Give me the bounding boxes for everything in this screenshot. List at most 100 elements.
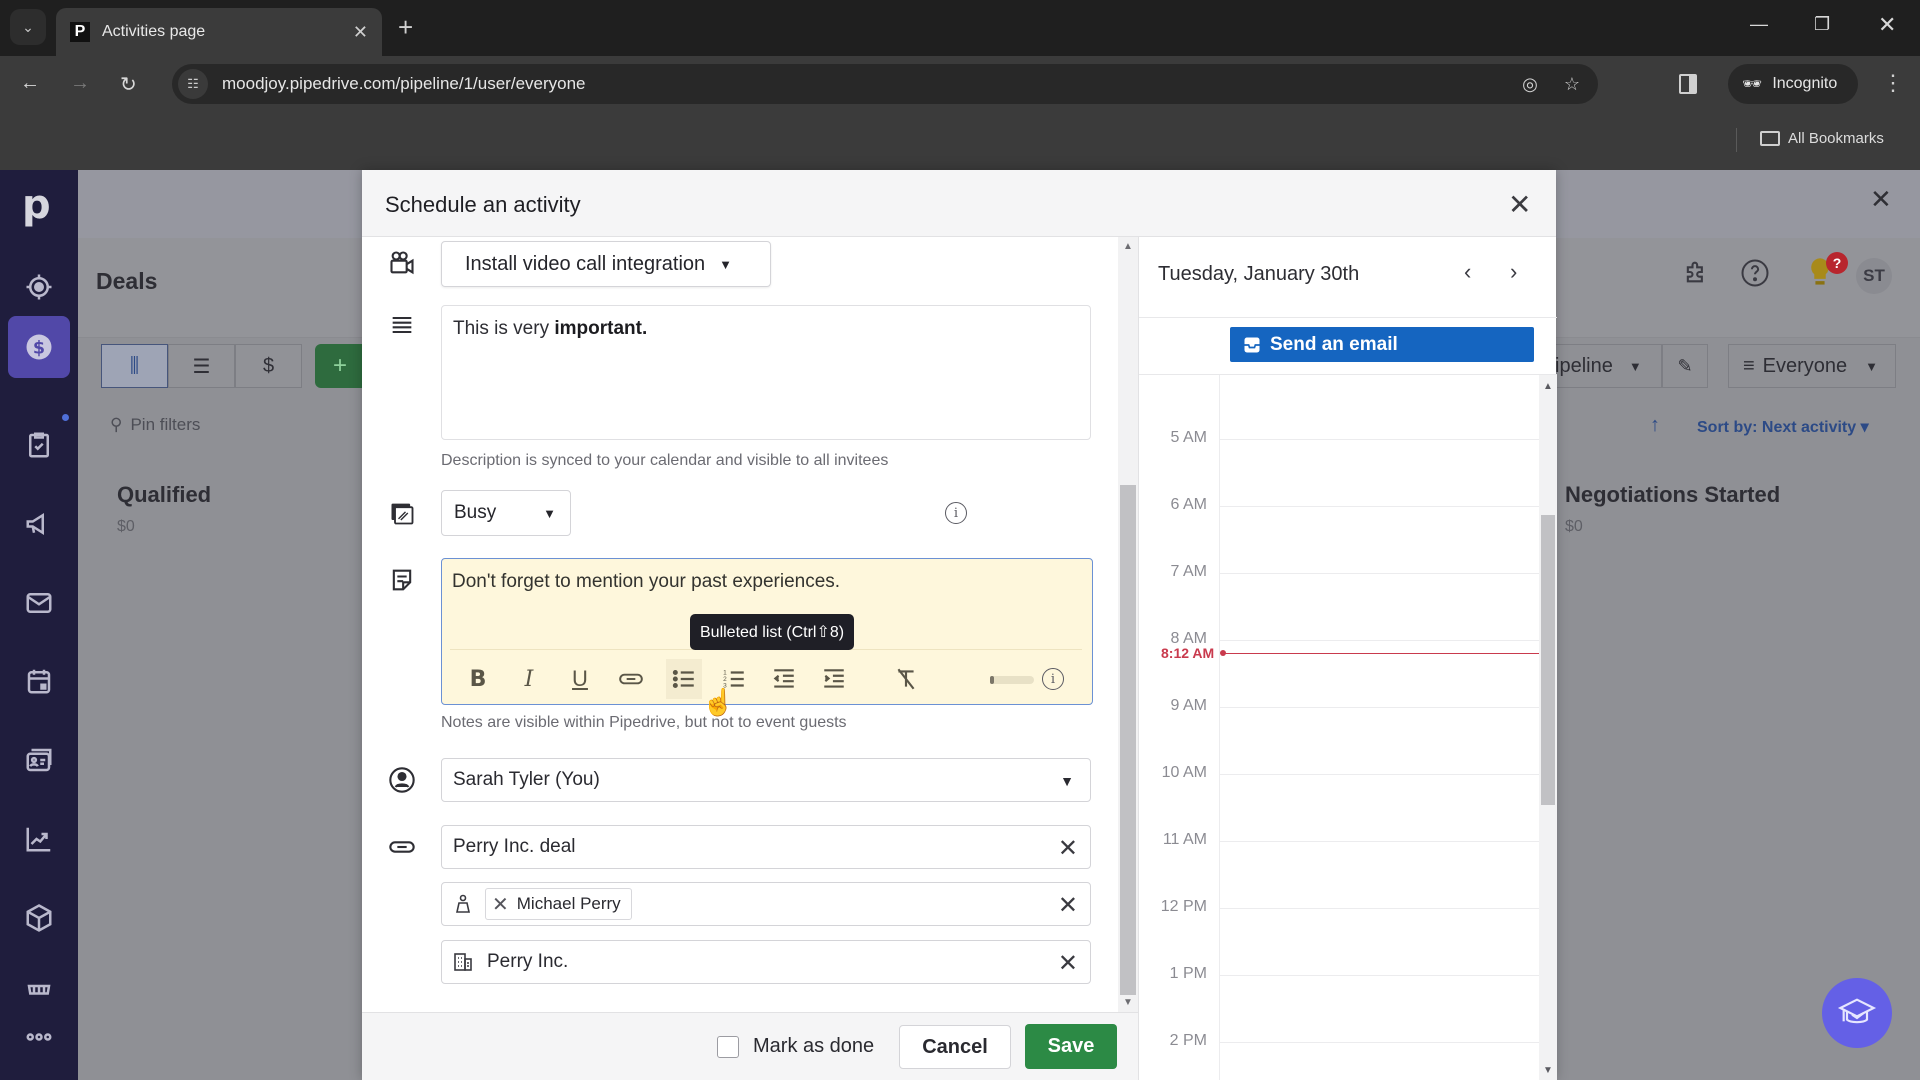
pipeline-select[interactable]: ipeline ▼ <box>1540 344 1662 388</box>
availability-select[interactable]: Busy ▼ <box>441 490 571 536</box>
chevron-down-icon: ▼ <box>1628 358 1642 374</box>
checkbox[interactable] <box>717 1035 739 1058</box>
person-icon <box>453 894 473 914</box>
bookmark-star-icon[interactable]: ☆ <box>1564 74 1580 95</box>
save-button[interactable]: Save <box>1025 1024 1117 1069</box>
caret-down-icon: ▼ <box>1060 773 1074 789</box>
form-scrollbar[interactable]: ▲ ▼ <box>1118 237 1138 1012</box>
more-icon[interactable] <box>18 1016 60 1058</box>
scroll-up-arrow[interactable]: ▲ <box>1543 381 1553 392</box>
organization-value: Perry Inc. <box>487 951 569 972</box>
underline-button[interactable]: U <box>562 659 598 699</box>
calendar-event-send-email[interactable]: Send an email <box>1230 327 1534 362</box>
academy-button[interactable] <box>1822 978 1892 1048</box>
site-info-icon[interactable]: ☷ <box>178 69 208 99</box>
remove-person-icon[interactable]: ✕ <box>492 892 509 917</box>
info-icon[interactable]: i <box>945 502 967 524</box>
edit-pipeline-button[interactable]: ✎ <box>1662 344 1708 388</box>
browser-menu-icon[interactable]: ⋮ <box>1882 70 1904 96</box>
box-icon[interactable] <box>18 897 60 939</box>
link-button[interactable] <box>613 659 649 699</box>
mark-as-done-checkbox[interactable]: Mark as done <box>717 1035 874 1058</box>
list-view-button[interactable]: ☰ <box>168 344 235 388</box>
chart-icon[interactable] <box>18 818 60 860</box>
clear-formatting-icon <box>897 668 915 690</box>
pipedrive-logo[interactable]: p <box>22 182 51 228</box>
clear-person-icon[interactable]: ✕ <box>1058 891 1078 920</box>
scroll-down-arrow[interactable]: ▼ <box>1543 1065 1553 1076</box>
deal-field[interactable]: Perry Inc. deal ✕ <box>441 825 1091 869</box>
user-avatar[interactable]: ST <box>1856 258 1892 294</box>
bulleted-list-button[interactable] <box>666 659 702 699</box>
tab-search-button[interactable]: ⌄ <box>10 9 46 45</box>
description-editor[interactable]: This is very important. <box>441 305 1091 440</box>
organization-field[interactable]: Perry Inc. ✕ <box>441 940 1091 984</box>
incognito-indicator[interactable]: 🕶 Incognito <box>1728 64 1858 104</box>
sort-by-button[interactable]: Sort by: Next activity ▾ <box>1697 417 1869 437</box>
pin-filters-button[interactable]: ⚲ Pin filters <box>110 415 200 435</box>
form-scrollbar-thumb[interactable] <box>1120 485 1136 995</box>
side-panel-icon[interactable] <box>1679 74 1697 94</box>
hour-gridline <box>1219 640 1544 641</box>
calendar-grid[interactable]: 4 AM5 AM6 AM7 AM8 AM9 AM10 AM11 AM12 PM1… <box>1139 375 1557 1080</box>
extensions-icon[interactable] <box>1682 258 1710 286</box>
restore-button[interactable]: ❐ <box>1814 14 1830 35</box>
help-icon[interactable] <box>1740 258 1770 288</box>
all-bookmarks-button[interactable]: All Bookmarks <box>1760 130 1884 147</box>
hour-gridline <box>1219 975 1544 976</box>
clipboard-check-icon[interactable] <box>18 424 60 466</box>
scroll-up-arrow[interactable]: ▲ <box>1123 241 1133 252</box>
clear-deal-icon[interactable]: ✕ <box>1058 834 1078 863</box>
indent-button[interactable] <box>816 659 852 699</box>
calendar-scrollbar[interactable]: ▲ ▼ <box>1539 375 1557 1080</box>
italic-button[interactable]: I <box>511 659 547 699</box>
calendar-icon[interactable] <box>18 660 60 702</box>
add-deal-button[interactable]: + <box>315 344 365 388</box>
dialog-footer: Mark as done Cancel Save <box>362 1012 1138 1080</box>
bold-button[interactable]: B <box>460 659 496 699</box>
previous-day-button[interactable]: ‹ <box>1464 259 1471 285</box>
pipeline-label: ipeline <box>1555 354 1613 377</box>
deal-value: Perry Inc. deal <box>453 836 576 857</box>
minimize-button[interactable]: — <box>1750 14 1768 35</box>
clear-organization-icon[interactable]: ✕ <box>1058 949 1078 978</box>
reload-button[interactable]: ↻ <box>120 72 137 97</box>
mail-icon[interactable] <box>18 582 60 624</box>
clear-formatting-button[interactable] <box>888 659 924 699</box>
notes-text[interactable]: Don't forget to mention your past experi… <box>452 571 840 593</box>
contact-card-icon[interactable] <box>18 739 60 781</box>
person-field[interactable]: ✕ Michael Perry ✕ <box>441 882 1091 926</box>
pipeline-view-button[interactable]: ⫼ <box>101 344 168 388</box>
owner-filter-select[interactable]: ≡ Everyone ▼ <box>1728 344 1896 388</box>
tab-close-icon[interactable]: ✕ <box>353 22 368 43</box>
toolbar-slider[interactable] <box>990 676 1034 684</box>
store-icon[interactable] <box>18 970 60 1012</box>
notes-info-icon[interactable]: i <box>1042 668 1064 690</box>
next-day-button[interactable]: › <box>1510 259 1517 285</box>
outdent-button[interactable] <box>766 659 802 699</box>
address-bar[interactable]: ☷ moodjoy.pipedrive.com/pipeline/1/user/… <box>172 64 1598 104</box>
view-switcher: ⫼ ☰ $ <box>101 344 302 388</box>
hour-label: 6 AM <box>1170 496 1207 513</box>
window-close-button[interactable]: ✕ <box>1878 12 1896 38</box>
background-close-icon[interactable]: ✕ <box>1870 184 1892 215</box>
cancel-button[interactable]: Cancel <box>899 1025 1011 1069</box>
new-tab-button[interactable]: + <box>398 12 413 43</box>
dollar-icon[interactable]: $ <box>8 316 70 378</box>
target-icon[interactable] <box>18 266 60 308</box>
url-text[interactable]: moodjoy.pipedrive.com/pipeline/1/user/ev… <box>222 74 586 94</box>
eye-off-icon[interactable]: ◎ <box>1522 74 1538 95</box>
video-call-integration-button[interactable]: Install video call integration ▼ <box>441 241 771 287</box>
megaphone-icon[interactable] <box>18 503 60 545</box>
sort-direction-icon[interactable]: ↑ <box>1650 414 1660 437</box>
browser-tab-activities[interactable]: P Activities page ✕ <box>56 8 382 56</box>
dialog-close-icon[interactable]: ✕ <box>1508 188 1531 221</box>
scroll-down-arrow[interactable]: ▼ <box>1123 997 1133 1008</box>
forecast-view-button[interactable]: $ <box>235 344 302 388</box>
notes-editor[interactable]: Don't forget to mention your past experi… <box>441 558 1093 717</box>
forward-button[interactable]: → <box>70 72 90 95</box>
calendar-scrollbar-thumb[interactable] <box>1541 515 1555 805</box>
back-button[interactable]: ← <box>20 72 40 95</box>
all-bookmarks-label: All Bookmarks <box>1788 130 1884 147</box>
owner-select[interactable]: Sarah Tyler (You) ▼ <box>441 758 1091 802</box>
